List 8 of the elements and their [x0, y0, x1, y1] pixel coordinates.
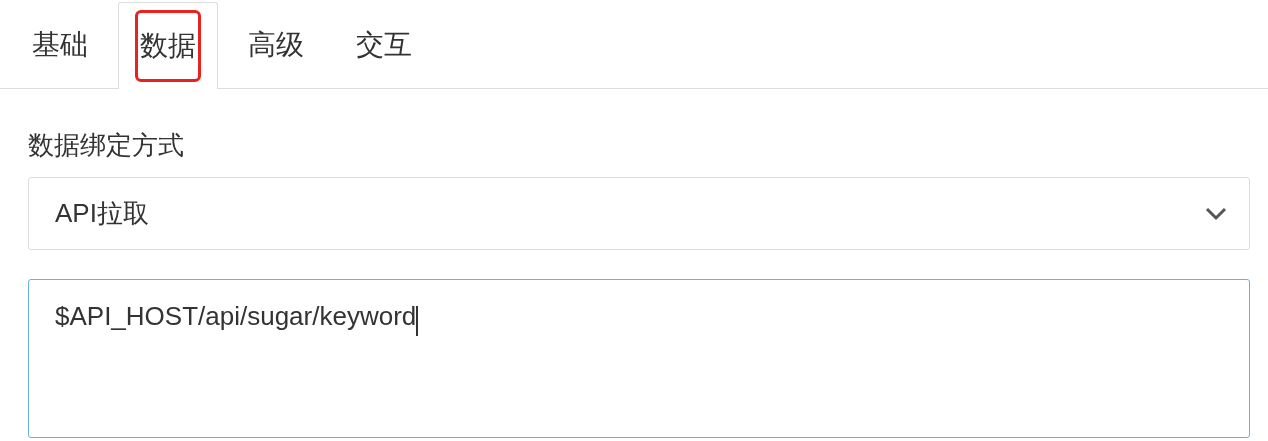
field-label: 数据绑定方式 — [28, 129, 184, 162]
chevron-down-icon — [1205, 206, 1227, 221]
tab[interactable]: 数据 — [118, 2, 218, 89]
tab[interactable]: 高级 — [226, 1, 326, 88]
binding-select[interactable]: API拉取 — [28, 177, 1250, 250]
tab[interactable]: 交互 — [334, 1, 434, 88]
tab[interactable]: 基础 — [10, 1, 110, 88]
url-textarea[interactable]: $API_HOST/api/sugar/keyword — [28, 279, 1250, 438]
